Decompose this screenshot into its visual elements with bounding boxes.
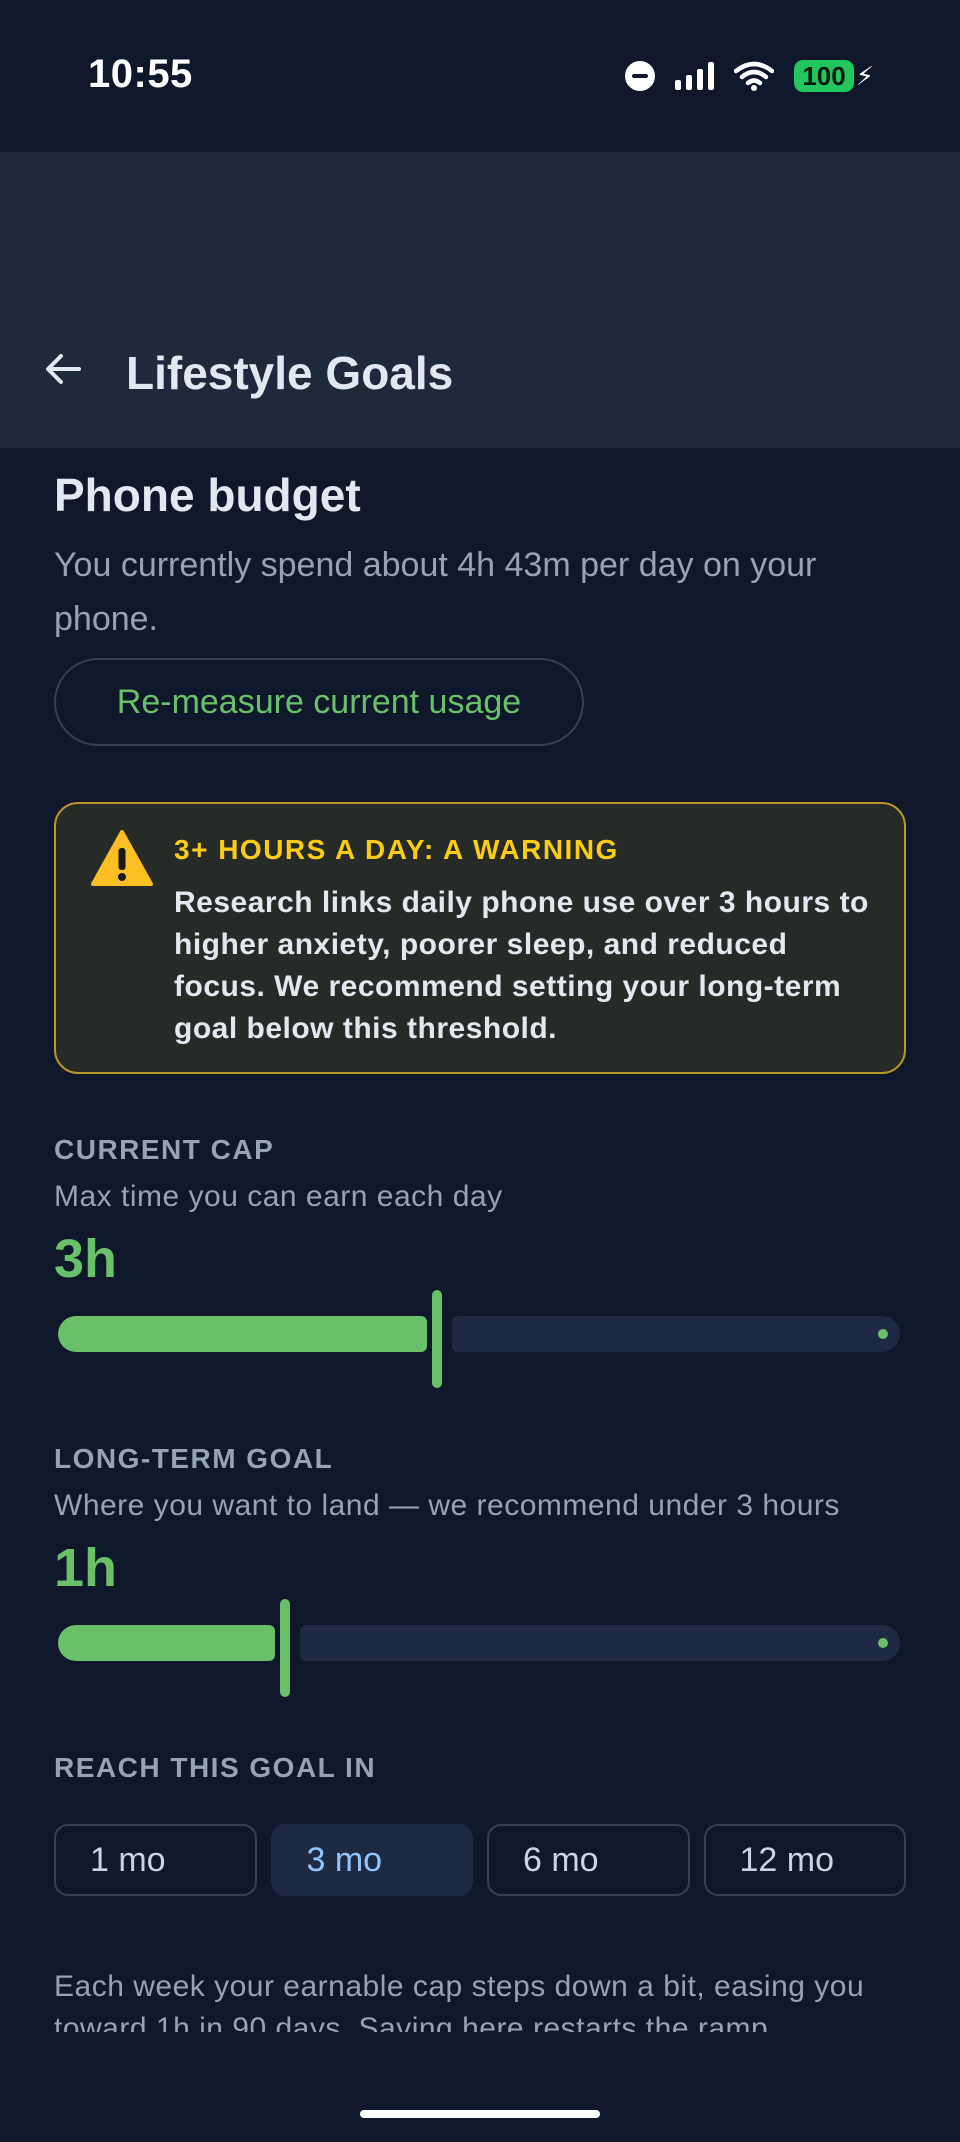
ramp-explanation-text: Each week your earnable cap steps down a…: [54, 1970, 865, 2032]
slider-active-track: [58, 1316, 427, 1352]
status-time: 10:55: [88, 52, 193, 96]
warning-title: 3+ HOURS A DAY: A WARNING: [174, 834, 619, 865]
duration-option-6-mo[interactable]: 6 mo: [487, 1824, 690, 1896]
back-button[interactable]: [38, 344, 88, 394]
duration-option-1-mo[interactable]: 1 mo: [54, 1824, 257, 1896]
status-icons: 100 ⚡: [625, 56, 874, 96]
do-not-disturb-icon: [625, 61, 656, 91]
reach-goal-label: REACH THIS GOAL IN: [54, 1752, 377, 1783]
wifi-icon: [734, 61, 775, 91]
slider-inactive-track: [452, 1316, 900, 1352]
warning-body: Research links daily phone use over 3 ho…: [174, 886, 869, 1045]
long-term-goal-subtitle: Where you want to land — we recommend un…: [54, 1489, 840, 1522]
remeasure-usage-button[interactable]: Re-measure current usage: [54, 658, 584, 746]
section-title-phone-budget: Phone budget: [54, 469, 361, 521]
arrow-left-icon: [46, 354, 81, 384]
app-bar: [0, 152, 960, 448]
status-bar: 10:55 100 ⚡: [0, 0, 960, 152]
warning-card: 3+ HOURS A DAY: A WARNING Research links…: [54, 802, 906, 1074]
slider-inactive-track: [300, 1625, 900, 1661]
long-term-goal-label: LONG-TERM GOAL: [54, 1443, 334, 1474]
current-cap-label: CURRENT CAP: [54, 1134, 275, 1165]
current-usage-text: You currently spend about 4h 43m per day…: [54, 546, 817, 638]
home-indicator[interactable]: [360, 2110, 600, 2118]
charging-bolt-icon: ⚡: [855, 60, 874, 91]
slider-thumb[interactable]: [280, 1599, 290, 1697]
slider-thumb[interactable]: [432, 1290, 442, 1388]
slider-end-dot: [878, 1638, 888, 1648]
goal-duration-selector: 1 mo 3 mo 6 mo 12 mo: [54, 1824, 906, 1896]
page-title: Lifestyle Goals: [126, 347, 454, 399]
current-cap-value: 3h: [54, 1229, 118, 1289]
slider-end-dot: [878, 1329, 888, 1339]
warning-icon: [91, 830, 153, 886]
duration-option-12-mo[interactable]: 12 mo: [703, 1824, 906, 1896]
slider-active-track: [58, 1625, 275, 1661]
long-term-goal-slider[interactable]: [58, 1599, 900, 1697]
long-term-goal-value: 1h: [54, 1538, 118, 1598]
current-cap-slider[interactable]: [58, 1290, 900, 1388]
current-cap-subtitle: Max time you can earn each day: [54, 1180, 503, 1213]
battery-indicator: 100 ⚡: [794, 60, 874, 92]
cellular-signal-icon: [675, 62, 715, 90]
duration-option-3-mo[interactable]: 3 mo: [270, 1824, 473, 1896]
battery-level: 100: [794, 60, 854, 92]
